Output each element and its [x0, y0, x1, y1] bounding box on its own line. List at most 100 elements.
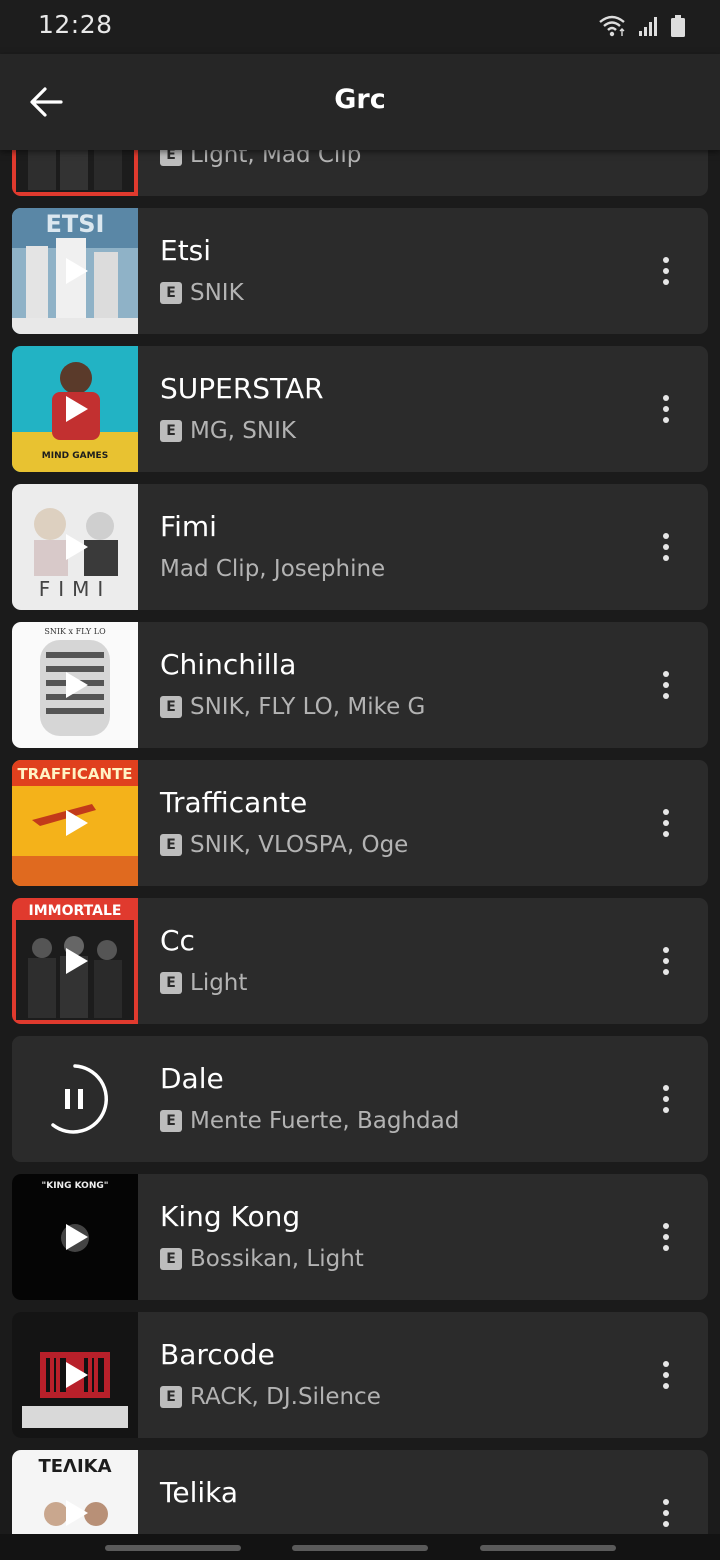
track-row[interactable]: MIND GAMES SUPERSTAR E MG, SNIK: [12, 346, 708, 472]
track-thumbnail[interactable]: FIMI: [12, 484, 138, 610]
track-row[interactable]: TRAFFICANTE Trafficante E SNIK, VLOSPA, Og…: [12, 760, 708, 886]
track-artists: SNIK, FLY LO, Mike G: [190, 694, 426, 720]
play-icon: [66, 1500, 88, 1526]
track-row[interactable]: Barcode E RACK, DJ.Silence: [12, 1312, 708, 1438]
album-art-text: ΤΕΛΙΚΑ: [38, 1456, 111, 1477]
explicit-badge: E: [160, 1110, 182, 1132]
track-title: Fimi: [160, 510, 217, 543]
album-art: IMMORTALE: [12, 150, 138, 196]
track-artists: SNIK: [190, 280, 244, 306]
play-icon: [66, 1362, 88, 1388]
track-meta: E Mente Fuerte, Baghdad: [160, 1108, 459, 1134]
track-row[interactable]: FIMI Fimi Mad Clip, Josephine: [12, 484, 708, 610]
system-nav-bar: [0, 1534, 720, 1560]
more-options-button[interactable]: [648, 1079, 684, 1119]
album-art-text: ETSI: [46, 210, 105, 238]
track-thumbnail[interactable]: IMMORTALE: [12, 898, 138, 1024]
album-art-text: SNIK x FLY LO: [44, 627, 106, 636]
nav-handle: [105, 1545, 241, 1551]
track-title: Telika: [160, 1476, 239, 1509]
track-artists: Bossikan, Light: [190, 1246, 364, 1272]
track-meta: E SNIK, VLOSPA, Oge: [160, 832, 408, 858]
track-row[interactable]: IMMORTALE Cc E Light: [12, 898, 708, 1024]
play-icon: [66, 258, 88, 284]
track-meta: E Light: [160, 970, 247, 996]
track-list-viewport[interactable]: IMMORTALE ELight, Mad Clip ETSI EtsiESNI…: [0, 150, 720, 1534]
track-title: Cc: [160, 924, 195, 957]
track-thumbnail[interactable]: SNIK x FLY LO: [12, 622, 138, 748]
more-vertical-icon: [663, 257, 669, 285]
track-meta: E SNIK, FLY LO, Mike G: [160, 694, 425, 720]
more-options-button[interactable]: [648, 389, 684, 429]
track-thumbnail[interactable]: [12, 1312, 138, 1438]
more-options-button[interactable]: [648, 803, 684, 843]
track-thumbnail[interactable]: "KING KONG": [12, 1174, 138, 1300]
track-title: King Kong: [160, 1200, 301, 1233]
track-row[interactable]: ΤΕΛΙΚΑ Telika: [12, 1450, 708, 1534]
play-icon: [66, 672, 88, 698]
track-artists: Mente Fuerte, Baghdad: [190, 1108, 460, 1134]
explicit-badge: E: [160, 1248, 182, 1270]
track-title: Chinchilla: [160, 648, 297, 681]
track-list: IMMORTALE ELight, Mad Clip ETSI EtsiESNI…: [12, 150, 708, 1534]
track-row[interactable]: Dale E Mente Fuerte, Baghdad: [12, 1036, 708, 1162]
explicit-badge: E: [160, 420, 182, 442]
album-art-text: FIMI: [39, 577, 112, 601]
more-vertical-icon: [663, 671, 669, 699]
track-meta: E MG, SNIK: [160, 418, 296, 444]
app-bar: Grc: [0, 54, 720, 150]
nav-handle: [480, 1545, 616, 1551]
track-artists: MG, SNIK: [190, 418, 296, 444]
page-title: Grc: [334, 84, 386, 115]
more-options-button[interactable]: [648, 527, 684, 567]
more-options-button[interactable]: [648, 941, 684, 981]
track-row[interactable]: ETSI Etsi E SNIK: [12, 208, 708, 334]
play-icon: [66, 396, 88, 422]
track-row[interactable]: SNIK x FLY LO Chinchilla E SNIK, FLY LO, M…: [12, 622, 708, 748]
track-row[interactable]: IMMORTALE E Light, Mad Clip: [12, 150, 708, 196]
play-icon: [66, 1224, 88, 1250]
track-meta: E Light, Mad Clip: [160, 150, 361, 168]
track-thumbnail[interactable]: ΤΕΛΙΚΑ: [12, 1450, 138, 1534]
track-thumbnail[interactable]: [12, 1036, 138, 1162]
track-meta: E Bossikan, Light: [160, 1246, 364, 1272]
explicit-badge: E: [160, 282, 182, 304]
track-artists: SNIK, VLOSPA, Oge: [190, 832, 409, 858]
track-thumbnail[interactable]: ETSI: [12, 208, 138, 334]
track-title: Dale: [160, 1062, 224, 1095]
more-vertical-icon: [663, 947, 669, 975]
explicit-badge: E: [160, 696, 182, 718]
track-meta: E RACK, DJ.Silence: [160, 1384, 381, 1410]
track-meta: Mad Clip, Josephine: [160, 556, 385, 582]
wifi-icon: [599, 15, 625, 37]
more-options-button[interactable]: [648, 251, 684, 291]
status-icons: [598, 14, 686, 38]
more-vertical-icon: [663, 809, 669, 837]
more-options-button[interactable]: [648, 1355, 684, 1395]
explicit-badge: E: [160, 972, 182, 994]
track-thumbnail[interactable]: TRAFFICANTE: [12, 760, 138, 886]
nav-handle: [292, 1545, 428, 1551]
play-icon: [66, 948, 88, 974]
battery-icon: [671, 15, 685, 37]
track-artists: Light: [190, 970, 248, 996]
track-artists: RACK, DJ.Silence: [190, 1384, 381, 1410]
more-vertical-icon: [663, 1499, 669, 1527]
album-art-text: TRAFFICANTE: [17, 765, 132, 783]
track-artists: Light, Mad Clip: [190, 150, 362, 168]
track-title: Trafficante: [160, 786, 308, 819]
play-icon: [66, 810, 88, 836]
play-icon: [66, 534, 88, 560]
track-thumbnail[interactable]: IMMORTALE: [12, 150, 138, 196]
explicit-badge: E: [160, 1386, 182, 1408]
more-options-button[interactable]: [648, 1493, 684, 1533]
more-options-button[interactable]: [648, 665, 684, 705]
more-vertical-icon: [663, 533, 669, 561]
status-time: 12:28: [38, 10, 113, 39]
more-options-button[interactable]: [648, 1217, 684, 1257]
pause-progress-icon: [51, 1064, 108, 1134]
track-row[interactable]: "KING KONG" King Kong E Bossikan, Light: [12, 1174, 708, 1300]
track-title: SUPERSTAR: [160, 372, 324, 405]
more-options-button[interactable]: [648, 150, 684, 153]
track-thumbnail[interactable]: MIND GAMES: [12, 346, 138, 472]
